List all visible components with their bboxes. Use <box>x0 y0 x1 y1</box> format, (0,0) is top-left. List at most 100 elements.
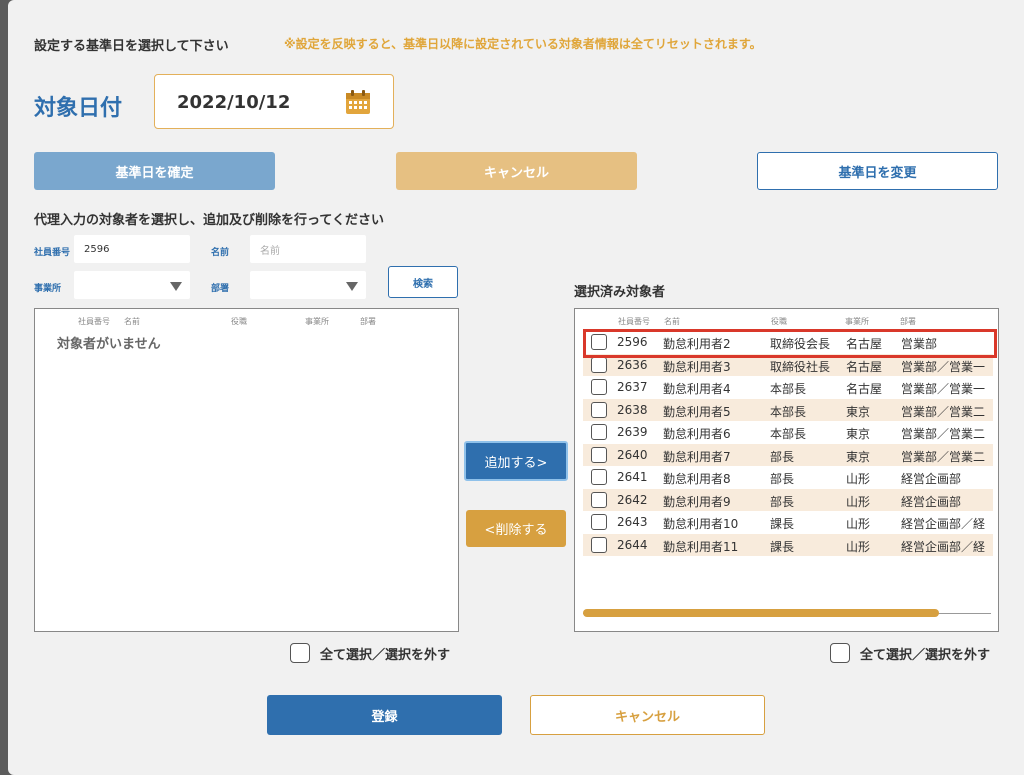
row-name: 勤怠利用者9 <box>663 494 731 509</box>
select-all-label: 全て選択／選択を外す <box>860 647 991 663</box>
row-position: 課長 <box>770 517 795 531</box>
row-checkbox[interactable] <box>591 514 607 530</box>
dropdown-arrow-icon <box>170 282 182 291</box>
date-field[interactable]: 2022/10/12 <box>154 74 394 129</box>
row-office: 東京 <box>846 427 871 441</box>
row-no: 2644 <box>617 537 648 552</box>
table-row[interactable]: 2639 勤怠利用者6 本部長 東京 営業部／営業二 <box>583 421 993 444</box>
employee-no-input[interactable]: 2596 <box>74 235 190 263</box>
row-dept: 経営企画部 <box>901 494 962 509</box>
row-position: 本部長 <box>770 382 807 396</box>
row-no: 2638 <box>617 402 648 417</box>
row-no: 2639 <box>617 425 648 439</box>
select-all-right[interactable]: 全て選択／選択を外す <box>830 643 990 663</box>
row-dept: 経営企画部／経 <box>901 517 986 531</box>
row-office: 名古屋 <box>846 359 883 374</box>
row-name: 勤怠利用者6 <box>663 427 731 441</box>
selected-list-title: 選択済み対象者 <box>574 285 666 300</box>
row-checkbox[interactable] <box>591 379 607 395</box>
selected-row-highlight <box>583 329 997 358</box>
row-no: 2641 <box>617 470 648 484</box>
row-no: 2640 <box>617 447 648 462</box>
column-header: 名前 <box>124 317 140 326</box>
row-position: 部長 <box>770 449 795 464</box>
employee-no-label: 社員番号 <box>34 248 71 258</box>
row-name: 勤怠利用者8 <box>663 472 731 486</box>
date-value: 2022/10/12 <box>177 92 291 113</box>
cancel-top-button[interactable]: キャンセル <box>396 152 637 190</box>
column-header: 部署 <box>360 317 376 326</box>
add-button[interactable]: 追加する> <box>464 441 568 481</box>
name-label: 名前 <box>211 248 230 258</box>
row-position: 本部長 <box>770 427 807 441</box>
remove-button[interactable]: <削除する <box>466 510 566 547</box>
row-office: 名古屋 <box>846 382 883 396</box>
table-row[interactable]: 2641 勤怠利用者8 部長 山形 経営企画部 <box>583 466 993 489</box>
row-no: 2637 <box>617 380 648 394</box>
search-button[interactable]: 検索 <box>388 266 458 298</box>
table-row[interactable]: 2644 勤怠利用者11 課長 山形 経営企画部／経 <box>583 533 993 556</box>
row-office: 東京 <box>846 404 871 419</box>
row-position: 課長 <box>770 539 795 554</box>
row-checkbox[interactable] <box>591 424 607 440</box>
row-checkbox[interactable] <box>591 356 607 373</box>
row-checkbox[interactable] <box>591 491 607 508</box>
row-office: 山形 <box>846 472 871 486</box>
row-dept: 営業部／営業一 <box>901 359 986 374</box>
table-row[interactable]: 2637 勤怠利用者4 本部長 名古屋 営業部／営業一 <box>583 376 993 399</box>
base-date-modal: 設定する基準日を選択して下さい ※設定を反映すると、基準日以降に設定されている対… <box>8 0 1024 775</box>
row-name: 勤怠利用者3 <box>663 359 731 374</box>
candidate-list-panel[interactable]: 社員番号 名前 役職 事業所 部署 対象者がいません <box>34 308 459 632</box>
instruction-text: 設定する基準日を選択して下さい <box>34 39 229 54</box>
row-name: 勤怠利用者4 <box>663 382 731 396</box>
row-office: 東京 <box>846 449 871 464</box>
select-all-label: 全て選択／選択を外す <box>320 647 451 663</box>
column-header: 役職 <box>231 317 247 326</box>
table-row[interactable]: 2638 勤怠利用者5 本部長 東京 営業部／営業二 <box>583 398 993 421</box>
table-row[interactable]: 2640 勤怠利用者7 部長 東京 営業部／営業二 <box>583 443 993 466</box>
office-select[interactable] <box>74 271 190 299</box>
row-office: 山形 <box>846 494 871 509</box>
row-dept: 営業部／営業二 <box>901 404 986 419</box>
dept-label: 部署 <box>211 284 230 294</box>
change-base-date-button[interactable]: 基準日を変更 <box>757 152 998 190</box>
selected-rows: 2596 勤怠利用者2 取締役会長 名古屋 営業部 2636 勤怠利用者3 取締役社長 名古屋… <box>583 331 993 556</box>
row-dept: 営業部／営業一 <box>901 382 986 396</box>
office-label: 事業所 <box>34 284 62 294</box>
name-input[interactable]: 名前 <box>250 235 366 263</box>
table-row[interactable]: 2643 勤怠利用者10 課長 山形 経営企画部／経 <box>583 511 993 534</box>
table-row[interactable]: 2642 勤怠利用者9 部長 山形 経営企画部 <box>583 488 993 511</box>
row-no: 2636 <box>617 357 648 372</box>
row-position: 部長 <box>770 494 795 509</box>
row-no: 2642 <box>617 492 648 507</box>
row-dept: 経営企画部／経 <box>901 539 986 554</box>
select-all-left[interactable]: 全て選択／選択を外す <box>290 643 450 663</box>
cancel-bottom-button[interactable]: キャンセル <box>530 695 765 735</box>
search-section-title: 代理入力の対象者を選択し、追加及び削除を行ってください <box>34 213 384 228</box>
empty-message: 対象者がいません <box>57 337 161 352</box>
row-checkbox[interactable] <box>591 401 607 418</box>
row-position: 部長 <box>770 472 795 486</box>
row-dept: 経営企画部 <box>901 472 962 486</box>
column-header: 役職 <box>771 317 787 326</box>
register-button[interactable]: 登録 <box>267 695 502 735</box>
row-office: 山形 <box>846 517 871 531</box>
select-all-checkbox[interactable] <box>290 643 310 663</box>
row-checkbox[interactable] <box>591 536 607 553</box>
row-dept: 営業部／営業二 <box>901 449 986 464</box>
horizontal-scrollbar[interactable] <box>583 609 939 617</box>
calendar-icon[interactable] <box>345 89 371 115</box>
select-all-checkbox[interactable] <box>830 643 850 663</box>
dept-select[interactable] <box>250 271 366 299</box>
column-header: 事業所 <box>305 317 329 326</box>
row-checkbox[interactable] <box>591 469 607 485</box>
row-position: 本部長 <box>770 404 807 419</box>
row-position: 取締役社長 <box>770 359 831 374</box>
row-office: 山形 <box>846 539 871 554</box>
confirm-base-date-button[interactable]: 基準日を確定 <box>34 152 275 190</box>
row-checkbox[interactable] <box>591 446 607 463</box>
row-name: 勤怠利用者5 <box>663 404 731 419</box>
row-name: 勤怠利用者7 <box>663 449 731 464</box>
column-header: 社員番号 <box>618 317 650 326</box>
column-header: 部署 <box>900 317 916 326</box>
